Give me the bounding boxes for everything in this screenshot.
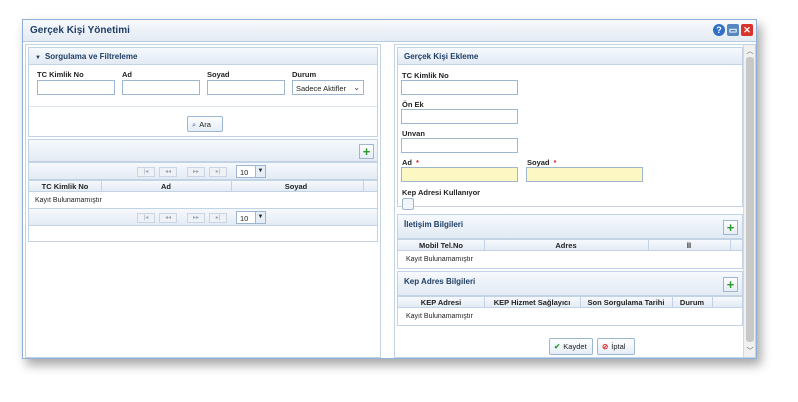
col-soyad[interactable]: Soyad	[231, 182, 361, 191]
vertical-scrollbar[interactable]: ︿ ﹀	[743, 45, 755, 357]
monitor-icon[interactable]: ▭	[727, 24, 739, 36]
col-tc[interactable]: TC Kimlik No	[29, 182, 101, 191]
kep-checkbox-label: Kep Adresi Kullanıyor	[402, 188, 481, 197]
collapse-icon[interactable]: ▼	[35, 55, 41, 61]
chevron-down-icon: ▼	[255, 166, 265, 177]
kep-checkbox[interactable]	[402, 198, 414, 210]
col-kep-adresi[interactable]: KEP Adresi	[398, 298, 484, 307]
cancel-icon: ⊘	[602, 342, 609, 351]
scrollbar-thumb[interactable]	[746, 57, 754, 342]
first-page-icon[interactable]: |◂	[137, 167, 155, 177]
chevron-down-icon: ▼	[255, 212, 265, 223]
results-empty-text: Kayıt Bulunamamıştır	[35, 197, 102, 204]
scroll-up-icon[interactable]: ︿	[745, 46, 755, 56]
filter-ad-label: Ad	[122, 70, 132, 79]
page-size-select[interactable]: 10 ▼	[236, 211, 266, 224]
chevron-down-icon: ⌄	[353, 83, 360, 92]
first-page-icon[interactable]: |◂	[137, 213, 155, 223]
last-page-icon[interactable]: ▸|	[209, 213, 227, 223]
cancel-button[interactable]: ⊘ İptal	[597, 338, 635, 355]
form-header: Gerçek Kişi Ekleme	[398, 48, 742, 65]
close-icon[interactable]: ✕	[741, 24, 753, 36]
main-window: Gerçek Kişi Yönetimi ? ▭ ✕ ▼ Sorgulama ve…	[22, 19, 757, 359]
col-kep-hizmet[interactable]: KEP Hizmet Sağlayıcı	[484, 298, 580, 307]
filter-panel: ▼ Sorgulama ve Filtreleme TC Kimlik No Ad…	[28, 47, 378, 137]
contact-panel: İletişim Bilgileri + Mobil Tel.No Adres …	[397, 214, 743, 269]
results-panel: + |◂ ◂◂ ▸▸ ▸| 10 ▼ TC Kimlik No Ad Soyad …	[28, 139, 378, 242]
col-mobil[interactable]: Mobil Tel.No	[398, 241, 484, 250]
filter-soyad-label: Soyad	[207, 70, 230, 79]
filter-panel-header[interactable]: ▼ Sorgulama ve Filtreleme	[29, 48, 377, 65]
kep-empty-text: Kayıt Bulunamamıştır	[406, 313, 473, 320]
form-unvan-input[interactable]	[401, 138, 518, 153]
add-kep-button[interactable]: +	[723, 277, 738, 292]
filter-durum-label: Durum	[292, 70, 317, 79]
col-son-sorgulama[interactable]: Son Sorgulama Tarihi	[580, 298, 672, 307]
window-title: Gerçek Kişi Yönetimi	[30, 25, 130, 36]
contact-empty-text: Kayıt Bulunamamıştır	[406, 256, 473, 263]
contact-header: İletişim Bilgileri	[398, 215, 742, 239]
top-pager: |◂ ◂◂ ▸▸ ▸| 10 ▼	[29, 162, 377, 180]
bottom-pager: |◂ ◂◂ ▸▸ ▸| 10 ▼	[29, 208, 377, 226]
next-page-icon[interactable]: ▸▸	[187, 167, 205, 177]
durum-select[interactable]: Sadece Aktifler ⌄	[292, 80, 364, 95]
results-table-header: TC Kimlik No Ad Soyad	[29, 180, 377, 192]
prev-page-icon[interactable]: ◂◂	[159, 213, 177, 223]
filter-tc-label: TC Kimlik No	[37, 70, 84, 79]
scroll-down-icon[interactable]: ﹀	[745, 346, 755, 356]
help-icon[interactable]: ?	[713, 24, 725, 36]
form-onek-label: Ön Ek	[402, 100, 424, 109]
kep-table-header: KEP Adresi KEP Hizmet Sağlayıcı Son Sorg…	[398, 296, 742, 308]
form-soyad-label: Soyad *	[527, 158, 557, 167]
checkmark-icon: ✔	[554, 342, 561, 351]
filter-ad-input[interactable]	[122, 80, 200, 95]
title-bar: Gerçek Kişi Yönetimi ? ▭ ✕	[23, 20, 756, 42]
next-page-icon[interactable]: ▸▸	[187, 213, 205, 223]
form-ad-input[interactable]	[401, 167, 518, 182]
col-durum[interactable]: Durum	[672, 298, 712, 307]
left-pane: ▼ Sorgulama ve Filtreleme TC Kimlik No Ad…	[25, 44, 381, 358]
col-adres[interactable]: Adres	[484, 241, 648, 250]
form-soyad-input[interactable]	[526, 167, 643, 182]
form-tc-input[interactable]	[401, 80, 518, 95]
last-page-icon[interactable]: ▸|	[209, 167, 227, 177]
add-person-form: Gerçek Kişi Ekleme TC Kimlik No Ön Ek Un…	[397, 47, 743, 210]
kep-header: Kep Adres Bilgileri	[398, 272, 742, 296]
durum-select-value: Sadece Aktifler	[296, 84, 347, 93]
filter-soyad-input[interactable]	[207, 80, 285, 95]
save-button[interactable]: ✔ Kaydet	[549, 338, 593, 355]
add-person-button[interactable]: +	[359, 144, 374, 159]
results-toolbar	[29, 140, 377, 162]
contact-table-header: Mobil Tel.No Adres İl	[398, 239, 742, 251]
filter-tc-input[interactable]	[37, 80, 115, 95]
form-unvan-label: Unvan	[402, 129, 425, 138]
page-size-select[interactable]: 10 ▼	[236, 165, 266, 178]
col-ad[interactable]: Ad	[101, 182, 231, 191]
form-ad-label: Ad *	[402, 158, 419, 167]
kep-panel: Kep Adres Bilgileri + KEP Adresi KEP Hiz…	[397, 271, 743, 326]
add-contact-button[interactable]: +	[723, 220, 738, 235]
prev-page-icon[interactable]: ◂◂	[159, 167, 177, 177]
right-pane: Gerçek Kişi Ekleme TC Kimlik No Ön Ek Un…	[394, 44, 756, 358]
search-button[interactable]: ⌕ Ara	[187, 116, 223, 132]
form-tc-label: TC Kimlik No	[402, 71, 449, 80]
form-onek-input[interactable]	[401, 109, 518, 124]
col-il[interactable]: İl	[648, 241, 730, 250]
search-icon: ⌕	[192, 120, 197, 129]
